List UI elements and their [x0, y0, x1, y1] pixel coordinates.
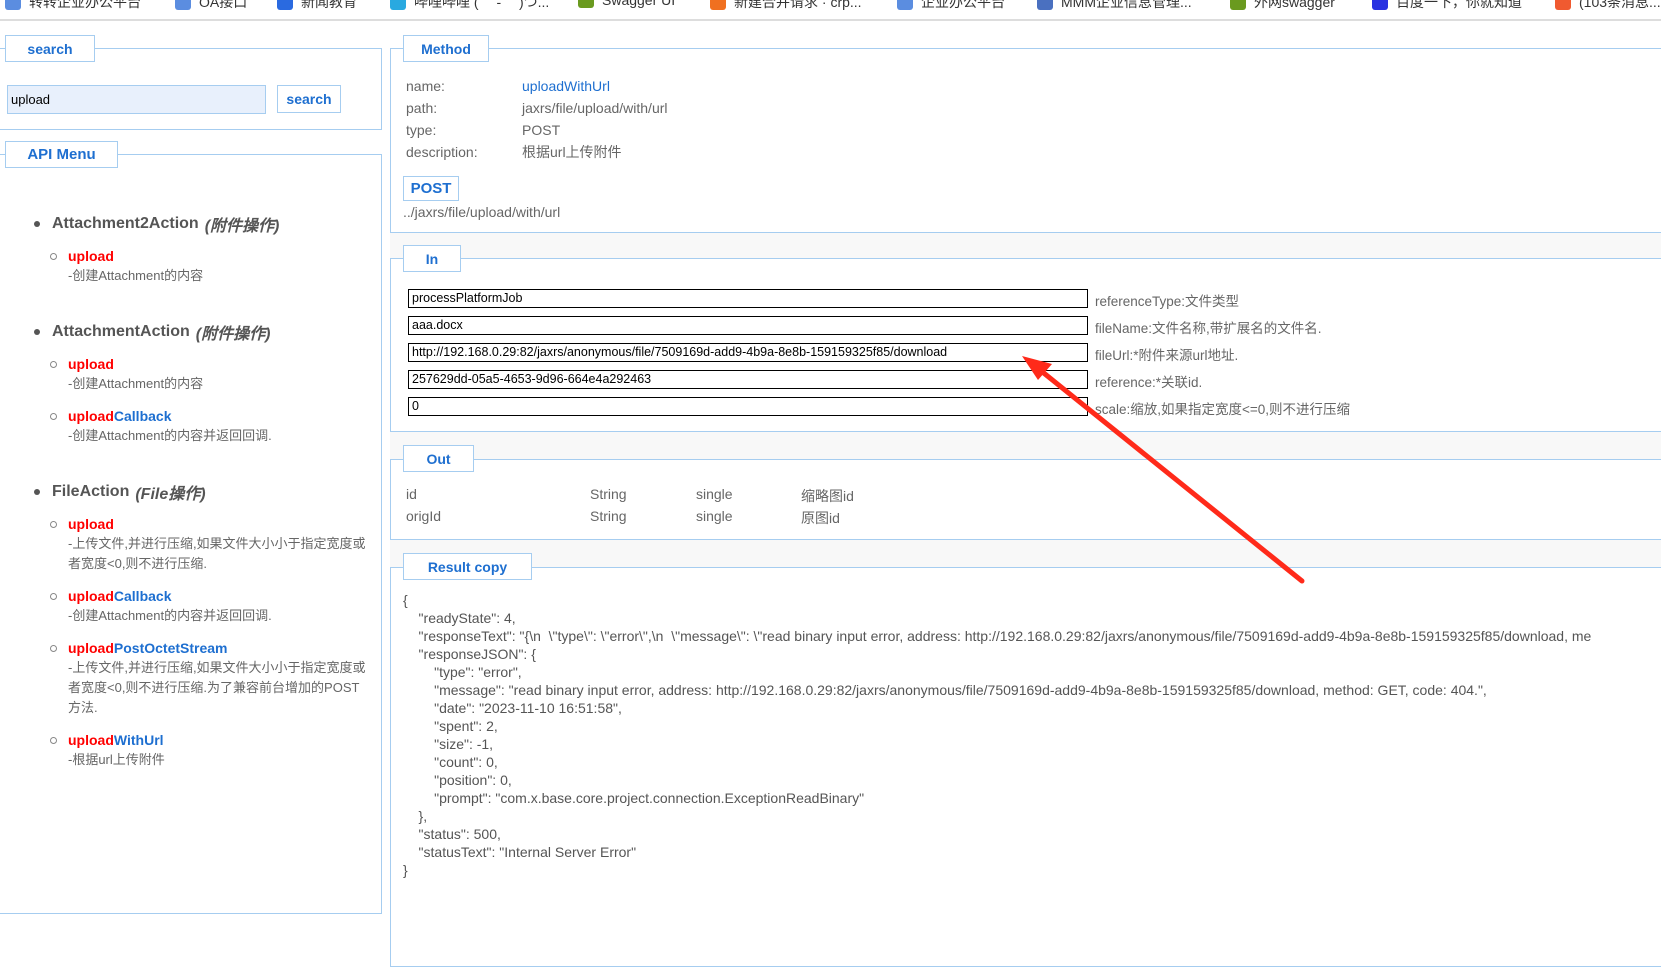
red-arrow-annotation — [1022, 356, 1305, 584]
